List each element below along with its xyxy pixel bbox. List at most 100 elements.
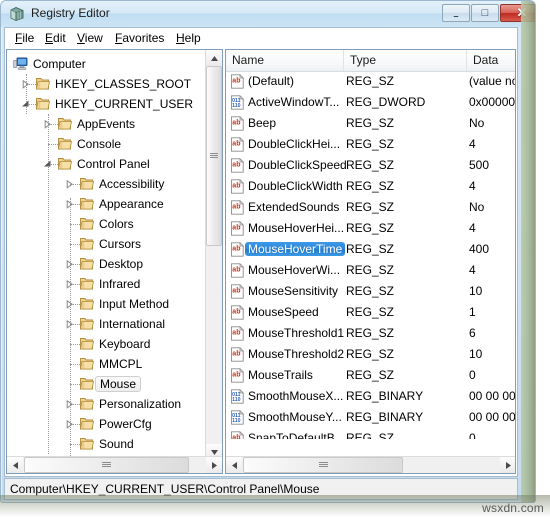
- tree-expander-expand-icon[interactable]: [65, 200, 74, 209]
- tree-expander-expand-icon[interactable]: [65, 180, 74, 189]
- value-name: Beep: [248, 116, 277, 130]
- tree-item-cursors[interactable]: Cursors: [7, 234, 206, 254]
- registry-values-list[interactable]: ab(Default)REG_SZ(value not se011110Acti…: [226, 71, 515, 439]
- tree-item-label: Keyboard: [99, 337, 151, 351]
- title-bar[interactable]: Registry Editor – □ ✕: [1, 1, 535, 27]
- menu-accel-char: E: [45, 31, 54, 45]
- tree-scrollbar-thumb[interactable]: [206, 66, 222, 246]
- registry-value-row[interactable]: ab (Default) REG_SZ (value not se: [226, 71, 515, 92]
- minimize-button[interactable]: –: [442, 4, 470, 22]
- registry-value-row[interactable]: ab Beep REG_SZ No: [226, 113, 515, 134]
- string-value-icon: ab: [230, 115, 245, 131]
- registry-value-row[interactable]: 011 110 SmoothMouseY... REG_BINARY 00 00 00 …: [226, 407, 515, 428]
- tree-item-desktop[interactable]: Desktop: [7, 254, 206, 274]
- column-header-name[interactable]: Name: [226, 50, 344, 71]
- registry-value-row[interactable]: ab DoubleClickWidth REG_SZ 4: [226, 176, 515, 197]
- menu-favorites[interactable]: Favorites: [113, 31, 166, 45]
- registry-value-row[interactable]: ab MouseTrails REG_SZ 0: [226, 365, 515, 386]
- menu-file[interactable]: File: [13, 31, 36, 45]
- tree-item-control-panel[interactable]: Control Panel: [7, 154, 206, 174]
- tree-expander-collapse-icon[interactable]: [21, 100, 30, 109]
- maximize-button[interactable]: □: [471, 4, 499, 22]
- string-value-icon: ab: [230, 136, 245, 152]
- tree-item-keyboard[interactable]: Keyboard: [7, 334, 206, 354]
- svg-text:ab: ab: [232, 372, 240, 379]
- svg-text:110: 110: [232, 397, 240, 403]
- value-type: REG_SZ: [346, 263, 395, 277]
- tree-item-colors[interactable]: Colors: [7, 214, 206, 234]
- minimize-icon: –: [453, 10, 459, 21]
- string-value-icon: ab: [230, 346, 245, 362]
- tree-item-personalization[interactable]: Personalization: [7, 394, 206, 414]
- value-name: (Default): [248, 74, 295, 88]
- tree-item-label: AppEvents: [77, 117, 136, 131]
- list-horizontal-scrollbar[interactable]: [226, 456, 515, 473]
- menu-view[interactable]: View: [75, 31, 105, 45]
- registry-value-row[interactable]: ab MouseHoverWi... REG_SZ 4: [226, 260, 515, 281]
- menu-help[interactable]: Help: [174, 31, 203, 45]
- tree-scroll-right-button[interactable]: [206, 457, 222, 473]
- registry-value-row[interactable]: 011 110 SmoothMouseX... REG_BINARY 00 00 00 …: [226, 386, 515, 407]
- list-scroll-right-button[interactable]: [500, 457, 515, 473]
- menu-edit[interactable]: Edit: [43, 31, 68, 45]
- tree-scroll-up-button[interactable]: [206, 50, 222, 66]
- column-header-data[interactable]: Data: [467, 50, 515, 71]
- tree-item-hkey-current-user[interactable]: HKEY_CURRENT_USER: [7, 94, 206, 114]
- list-column-headers[interactable]: Name Type Data: [226, 50, 515, 72]
- column-header-type[interactable]: Type: [344, 50, 467, 71]
- tree-hscrollbar-thumb[interactable]: [24, 457, 189, 473]
- svg-text:ab: ab: [232, 78, 240, 85]
- registry-value-row[interactable]: ab DoubleClickHei... REG_SZ 4: [226, 134, 515, 155]
- list-hscrollbar-thumb[interactable]: [243, 457, 403, 473]
- svg-text:ab: ab: [232, 267, 240, 274]
- tree-item-label: Cursors: [99, 237, 142, 251]
- tree-vertical-scrollbar[interactable]: [205, 50, 222, 460]
- value-type: REG_SZ: [346, 305, 395, 319]
- registry-value-row[interactable]: ab ExtendedSounds REG_SZ No: [226, 197, 515, 218]
- value-name: ActiveWindowT...: [248, 95, 340, 109]
- tree-expander-expand-icon[interactable]: [21, 80, 30, 89]
- tree-expander-expand-icon[interactable]: [43, 120, 52, 129]
- tree-item-infrared[interactable]: Infrared: [7, 274, 206, 294]
- tree-item-mouse[interactable]: Mouse: [7, 374, 206, 394]
- registry-tree-pane[interactable]: Computer HKEY_CLASSES_ROOT HKEY_CURRENT_US…: [6, 49, 223, 474]
- registry-value-row[interactable]: ab MouseHoverTime REG_SZ 400: [226, 239, 515, 260]
- tree-scroll-left-button[interactable]: [7, 457, 23, 473]
- tree-item-computer[interactable]: Computer: [7, 54, 206, 74]
- string-value-icon: ab: [230, 262, 245, 278]
- tree-horizontal-scrollbar[interactable]: [7, 456, 222, 473]
- registry-value-row[interactable]: 011110ActiveWindowT... REG_DWORD 0x0000000…: [226, 92, 515, 113]
- registry-value-row[interactable]: ab MouseThreshold1 REG_SZ 6: [226, 323, 515, 344]
- tree-expander-expand-icon[interactable]: [65, 260, 74, 269]
- tree-item-international[interactable]: International: [7, 314, 206, 334]
- svg-text:110: 110: [232, 418, 240, 424]
- tree-expander-expand-icon[interactable]: [65, 280, 74, 289]
- tree-item-input-method[interactable]: Input Method: [7, 294, 206, 314]
- value-data: 400: [469, 242, 490, 256]
- registry-value-row[interactable]: ab SnapToDefaultB... REG_SZ 0: [226, 428, 515, 439]
- tree-expander-expand-icon[interactable]: [65, 300, 74, 309]
- tree-expander-collapse-icon[interactable]: [43, 160, 52, 169]
- tree-item-accessibility[interactable]: Accessibility: [7, 174, 206, 194]
- tree-item-appearance[interactable]: Appearance: [7, 194, 206, 214]
- tree-expander-collapse-icon[interactable]: [7, 60, 8, 69]
- registry-value-row[interactable]: ab MouseThreshold2 REG_SZ 10: [226, 344, 515, 365]
- registry-tree[interactable]: Computer HKEY_CLASSES_ROOT HKEY_CURRENT_US…: [7, 50, 206, 460]
- tree-item-hkey-classes-root[interactable]: HKEY_CLASSES_ROOT: [7, 74, 206, 94]
- tree-item-appevents[interactable]: AppEvents: [7, 114, 206, 134]
- tree-expander-expand-icon[interactable]: [65, 320, 74, 329]
- tree-item-powercfg[interactable]: PowerCfg: [7, 414, 206, 434]
- registry-value-row[interactable]: ab MouseSensitivity REG_SZ 10: [226, 281, 515, 302]
- tree-item-console[interactable]: Console: [7, 134, 206, 154]
- tree-item-mmcpl[interactable]: MMCPL: [7, 354, 206, 374]
- tree-item-sound[interactable]: Sound: [7, 434, 206, 454]
- computer-icon: [13, 56, 29, 71]
- registry-value-row[interactable]: ab MouseHoverHei... REG_SZ 4: [226, 218, 515, 239]
- tree-expander-expand-icon[interactable]: [65, 420, 74, 429]
- registry-value-row[interactable]: ab DoubleClickSpeed REG_SZ 500: [226, 155, 515, 176]
- folder-icon: [79, 416, 95, 431]
- list-scroll-left-button[interactable]: [226, 457, 242, 473]
- registry-values-pane[interactable]: NameTypeData ab (Default) REG_SZ (value not…: [225, 49, 516, 474]
- tree-expander-expand-icon[interactable]: [65, 400, 74, 409]
- registry-value-row[interactable]: ab MouseSpeed REG_SZ 1: [226, 302, 515, 323]
